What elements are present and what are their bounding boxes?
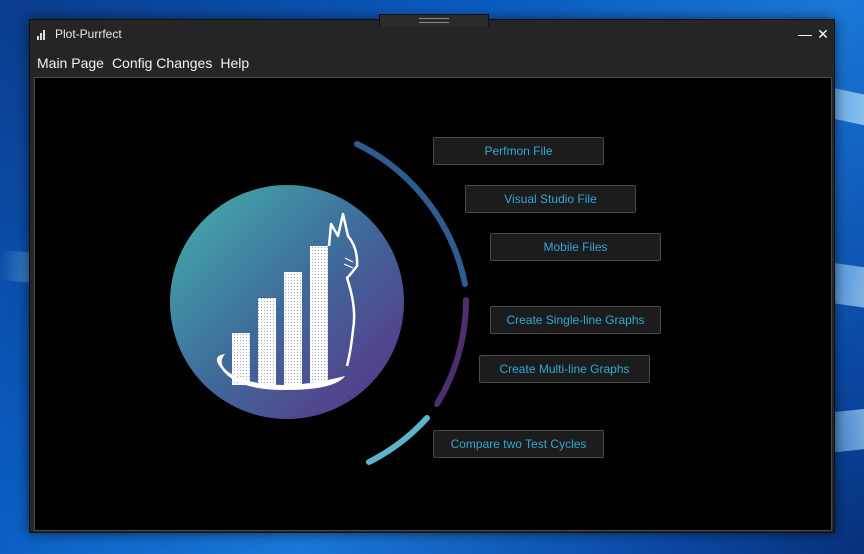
minimize-button[interactable]: — (796, 24, 814, 44)
mobile-files-button[interactable]: Mobile Files (490, 233, 661, 261)
menu-main-page[interactable]: Main Page (30, 55, 109, 71)
title-bar[interactable]: Plot-Purrfect — ✕ (30, 20, 834, 48)
arc-purple (434, 297, 470, 407)
menu-config-changes[interactable]: Config Changes (109, 55, 217, 71)
arc-teal (366, 415, 430, 465)
visual-studio-file-button[interactable]: Visual Studio File (465, 185, 636, 213)
create-single-line-graphs-button[interactable]: Create Single-line Graphs (490, 306, 661, 334)
create-multi-line-graphs-button[interactable]: Create Multi-line Graphs (479, 355, 650, 383)
menu-help[interactable]: Help (217, 55, 254, 71)
close-button[interactable]: ✕ (814, 24, 832, 44)
perfmon-file-button[interactable]: Perfmon File (433, 137, 604, 165)
main-panel: Perfmon File Visual Studio File Mobile F… (34, 77, 832, 531)
window-title: Plot-Purrfect (55, 27, 122, 41)
app-window: Plot-Purrfect — ✕ Main Page Config Chang… (29, 14, 835, 533)
menu-bar: Main Page Config Changes Help (30, 50, 254, 76)
compare-test-cycles-button[interactable]: Compare two Test Cycles (433, 430, 604, 458)
cat-bar-chart-logo (170, 185, 404, 419)
bar-chart-icon (37, 28, 49, 40)
